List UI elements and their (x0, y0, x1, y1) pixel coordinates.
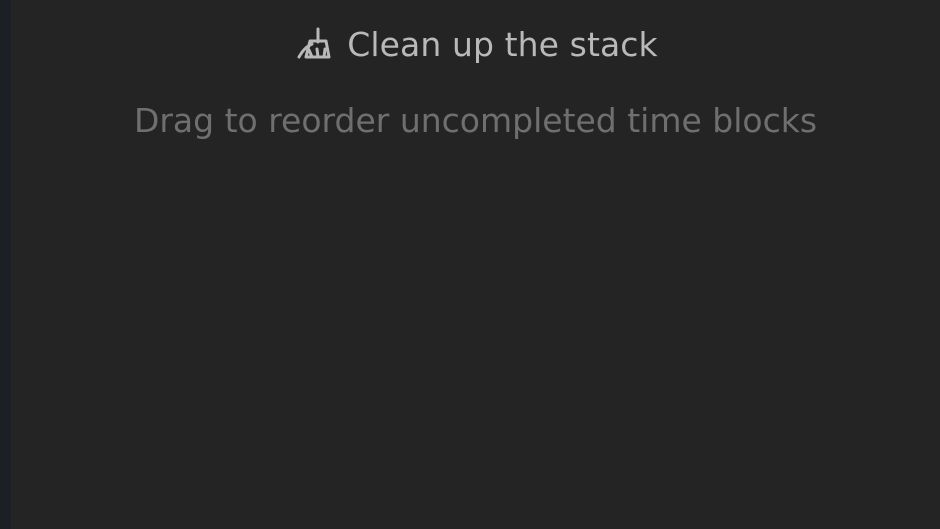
left-window-edge (0, 0, 11, 529)
panel-header: Clean up the stack (11, 22, 940, 66)
clean-up-stack-panel: Clean up the stack Drag to reorder uncom… (0, 0, 940, 529)
panel-subtitle: Drag to reorder uncompleted time blocks (133, 100, 818, 140)
broom-icon (293, 23, 335, 65)
time-block-stack-area[interactable] (11, 160, 940, 529)
panel-title: Clean up the stack (347, 24, 658, 64)
